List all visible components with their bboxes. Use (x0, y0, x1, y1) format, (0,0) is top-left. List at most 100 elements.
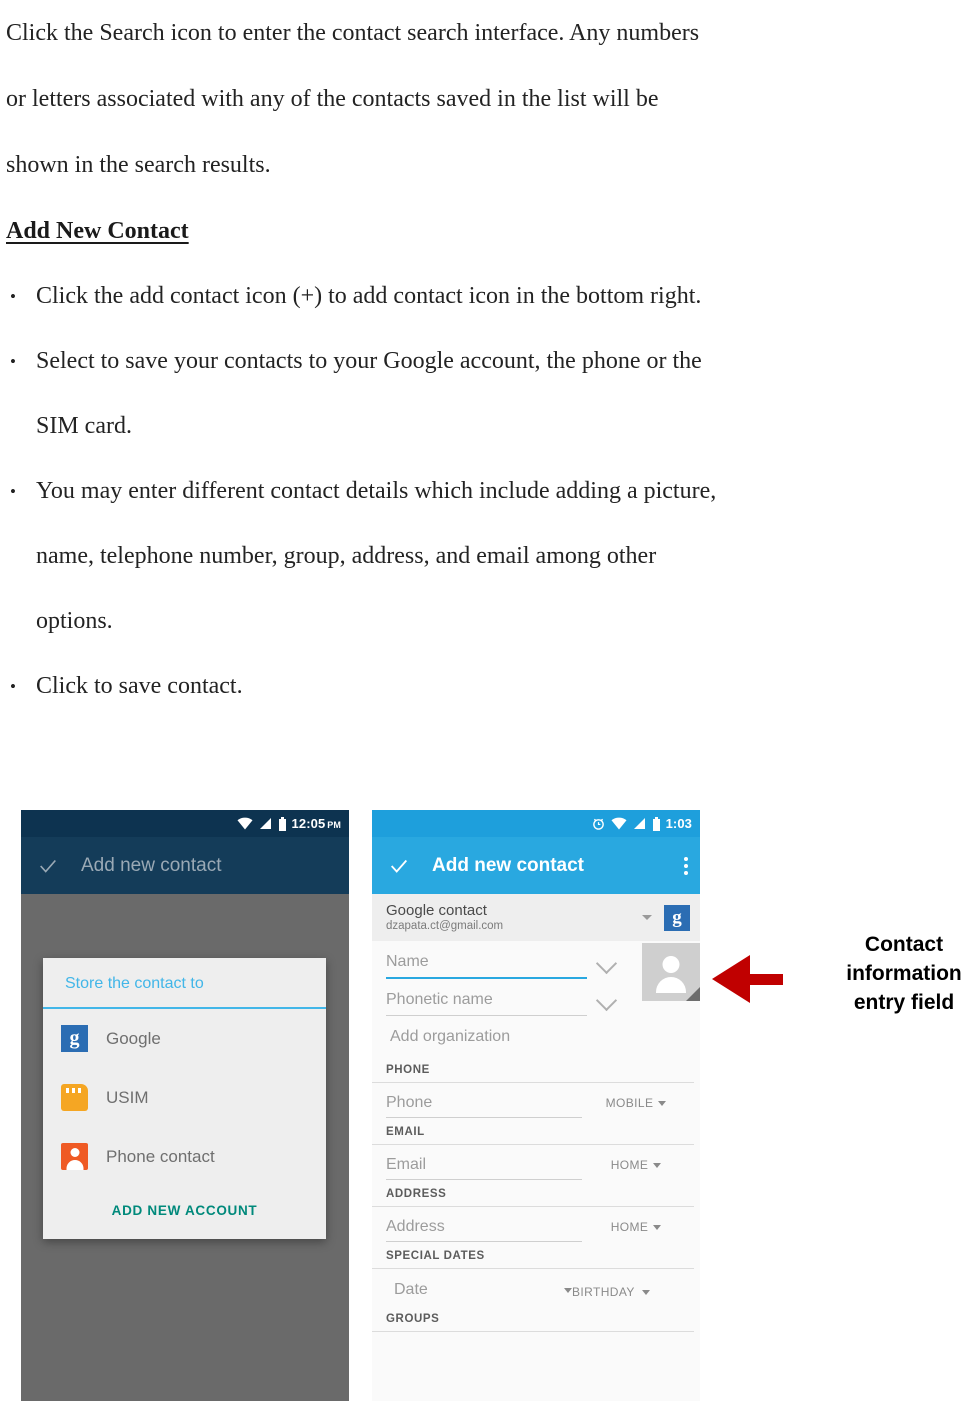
section-header-phone: PHONE (372, 1056, 694, 1083)
list-item-line: SIM card. (36, 413, 132, 439)
status-icons (237, 816, 287, 831)
callout-line: Contact (864, 933, 944, 956)
status-time: 1:03 (666, 816, 692, 831)
instruction-list: Click the add contact icon (+) to add co… (0, 264, 968, 719)
contact-form: Google contact dzapata.ct@gmail.com g Na… (372, 894, 700, 1401)
list-item-line: Click the add contact icon (+) to add co… (36, 283, 702, 309)
person-icon (61, 1143, 88, 1170)
add-organization-button[interactable]: Add organization (372, 1016, 700, 1056)
wifi-icon (611, 817, 627, 830)
date-selector[interactable]: Date (394, 1269, 572, 1305)
right-phone-screenshot: 1:03 Add new contact Google contact dzap… (372, 810, 700, 1401)
address-type-selector[interactable]: HOME (582, 1220, 690, 1242)
callout-annotation: Contact information entry field (706, 930, 968, 1040)
dialog-option-label: Google (106, 1028, 161, 1048)
signal-icon (259, 818, 271, 829)
intro-paragraph: Click the Search icon to enter the conta… (0, 0, 968, 198)
phonetic-name-input[interactable]: Phonetic name (386, 979, 587, 1016)
chevron-down-icon[interactable] (595, 989, 618, 1012)
signal-icon (633, 818, 645, 829)
chevron-down-icon[interactable] (595, 952, 618, 975)
section-header-special-dates: SPECIAL DATES (372, 1242, 694, 1269)
address-entry-row: Address HOME (372, 1207, 700, 1242)
name-block: Name Phonetic name (372, 941, 700, 1016)
name-input[interactable]: Name (386, 941, 587, 979)
list-item-line: Select to save your contacts to your Goo… (36, 348, 702, 374)
list-item-line: Click to save contact. (36, 673, 243, 699)
intro-line: shown in the search results. (6, 152, 271, 178)
section-header-groups: GROUPS (372, 1305, 694, 1332)
status-time-ampm: PM (327, 820, 341, 830)
callout-text: Contact information entry field (839, 930, 968, 1017)
google-icon: g (61, 1025, 88, 1052)
app-bar: Add new contact (372, 837, 700, 894)
intro-line: Click the Search icon to enter the conta… (6, 20, 700, 46)
check-icon[interactable] (388, 855, 410, 877)
google-icon: g (664, 904, 690, 931)
email-input[interactable]: Email (386, 1145, 582, 1180)
chevron-down-icon (653, 1224, 662, 1230)
dialog-option-usim[interactable]: USIM (43, 1068, 326, 1127)
list-item: Click the add contact icon (+) to add co… (0, 264, 968, 329)
chevron-down-icon (641, 1289, 650, 1295)
app-bar-title: Add new contact (432, 854, 585, 876)
callout-line: entry field (853, 991, 955, 1014)
list-item-line: options. (36, 608, 113, 634)
check-icon[interactable] (37, 855, 59, 877)
document-body: Click the Search icon to enter the conta… (0, 0, 968, 719)
section-header-email: EMAIL (372, 1118, 694, 1145)
avatar-head (662, 956, 680, 973)
email-type-selector[interactable]: HOME (582, 1158, 690, 1180)
list-item: Select to save your contacts to your Goo… (0, 329, 968, 459)
dialog-title: Store the contact to (43, 958, 326, 1009)
chevron-down-icon (658, 1100, 667, 1106)
status-icons (592, 816, 661, 831)
status-time-value: 12:05 (291, 816, 326, 831)
add-new-account-button[interactable]: ADD NEW ACCOUNT (43, 1186, 326, 1239)
section-heading: Add New Contact (0, 198, 968, 264)
list-item: Click to save contact. (0, 654, 968, 719)
wifi-icon (237, 817, 253, 830)
app-bar: Add new contact (21, 837, 349, 894)
phone-type-selector[interactable]: MOBILE (582, 1096, 690, 1118)
account-text: Google contact dzapata.ct@gmail.com (386, 902, 636, 933)
section-heading-text: Add New Contact (6, 218, 189, 244)
app-bar-title: Add new contact (81, 854, 222, 876)
dialog-option-google[interactable]: g Google (43, 1009, 326, 1068)
phone-input[interactable]: Phone (386, 1083, 582, 1118)
date-type-selector[interactable]: BIRTHDAY (572, 1285, 650, 1305)
email-entry-row: Email HOME (372, 1145, 700, 1180)
dialog-option-phone-contact[interactable]: Phone contact (43, 1127, 326, 1186)
left-phone-screenshot: 12:05 PM Add new contact Store the conta… (21, 810, 349, 1401)
email-type-label: HOME (610, 1158, 649, 1172)
account-name: Google contact (386, 901, 487, 919)
address-input[interactable]: Address (386, 1207, 582, 1242)
list-item: You may enter different contact details … (0, 459, 968, 654)
chevron-down-icon[interactable] (642, 915, 652, 920)
store-contact-dialog: Store the contact to g Google USIM Phone… (43, 958, 326, 1239)
address-type-label: HOME (610, 1220, 649, 1234)
sim-card-icon (61, 1084, 88, 1111)
callout-line: information (846, 962, 962, 985)
list-item-line: You may enter different contact details … (36, 478, 717, 504)
contact-photo-picker[interactable] (642, 943, 700, 1001)
chevron-down-icon (564, 1287, 572, 1293)
avatar-corner-fold (686, 987, 700, 1001)
date-type-label: BIRTHDAY (572, 1285, 635, 1299)
alarm-icon (592, 818, 604, 830)
phone-entry-row: Phone MOBILE (372, 1083, 700, 1118)
battery-icon (652, 816, 660, 831)
status-bar: 1:03 (372, 810, 700, 837)
account-selector[interactable]: Google contact dzapata.ct@gmail.com g (372, 894, 700, 941)
chevron-down-icon (653, 1162, 662, 1168)
battery-icon (278, 816, 286, 831)
arrow-head (712, 955, 750, 1003)
account-email: dzapata.ct@gmail.com (386, 920, 504, 933)
arrow-tail (749, 973, 783, 985)
avatar-body (656, 977, 686, 993)
kebab-menu-icon[interactable] (683, 856, 688, 875)
intro-line: or letters associated with any of the co… (6, 86, 659, 112)
list-item-line: name, telephone number, group, address, … (36, 543, 657, 569)
dialog-option-label: Phone contact (106, 1146, 215, 1166)
status-bar: 12:05 PM (21, 810, 349, 837)
